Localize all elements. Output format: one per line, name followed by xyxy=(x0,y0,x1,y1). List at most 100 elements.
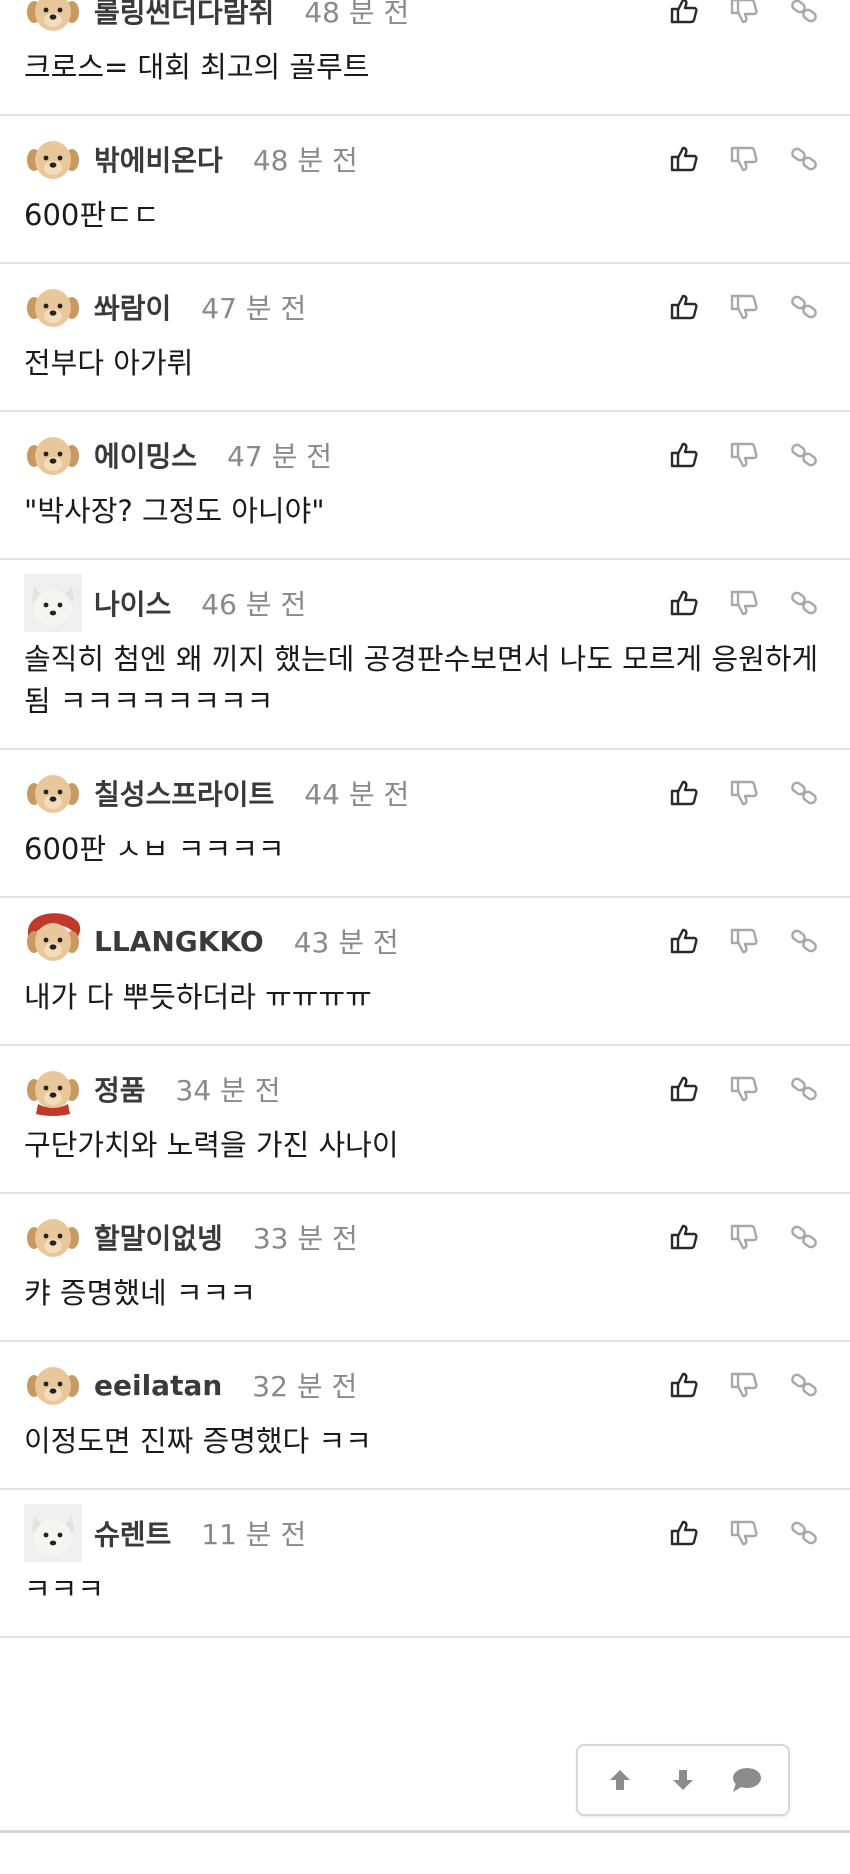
comment-text: 600판 ㅅㅂ ㅋㅋㅋㅋ xyxy=(24,832,285,866)
thumbs-up-icon[interactable] xyxy=(664,287,704,327)
comment-header: LLANGKKO 43 분 전 xyxy=(24,898,824,984)
comment-author[interactable]: 에이밍스 xyxy=(94,435,197,475)
comment-author[interactable]: 슈렌트 xyxy=(94,1513,171,1553)
floating-nav-bar xyxy=(576,1744,790,1816)
comment-header: 슈렌트 11 분 전 xyxy=(24,1490,824,1576)
comment-header: 정품 34 분 전 xyxy=(24,1046,824,1132)
thumbs-up-icon[interactable] xyxy=(664,1513,704,1553)
comment-item: LLANGKKO 43 분 전내가 다 뿌듯하더라 ㅠㅠㅠㅠ xyxy=(0,898,850,1046)
comment-actions xyxy=(644,116,824,202)
comment-timestamp: 34 분 전 xyxy=(175,1074,281,1107)
puppy-avatar[interactable] xyxy=(24,764,82,822)
comment-author[interactable]: LLANGKKO xyxy=(94,925,264,958)
comment-header: 할말이없넹 33 분 전 xyxy=(24,1194,824,1280)
puppy-avatar[interactable] xyxy=(24,130,82,188)
thumbs-down-icon[interactable] xyxy=(724,1365,764,1405)
comment-text: 전부다 아가뤼 xyxy=(24,346,194,380)
thumbs-up-icon[interactable] xyxy=(664,435,704,475)
comment-item: eeilatan 32 분 전 이정도면 진짜 증명했다 ㅋㅋ xyxy=(0,1342,850,1490)
comment-text: 솔직히 첨엔 왜 끼지 했는데 공경판수보면서 나도 모르게 응원하게 됨 ㅋㅋ… xyxy=(24,642,828,718)
comment-actions xyxy=(644,1046,824,1132)
puppy-avatar[interactable] xyxy=(24,1356,82,1414)
comment-author[interactable]: 칠성스프라이트 xyxy=(94,773,274,813)
comment-author[interactable]: eeilatan xyxy=(94,1369,222,1402)
link-icon[interactable] xyxy=(784,139,824,179)
link-icon[interactable] xyxy=(784,1513,824,1553)
thumbs-down-icon[interactable] xyxy=(724,583,764,623)
comment-timestamp: 33 분 전 xyxy=(252,1222,358,1255)
link-icon[interactable] xyxy=(784,1217,824,1257)
comment-header: 롤링썬더다람쥐 48 분 전 xyxy=(24,0,824,54)
thumbs-up-icon[interactable] xyxy=(664,773,704,813)
thumbs-up-icon[interactable] xyxy=(664,139,704,179)
arrow-up-icon xyxy=(609,1770,630,1790)
comment-timestamp: 44 분 전 xyxy=(304,778,410,811)
comment-author[interactable]: 밖에비온다 xyxy=(94,139,223,179)
comment-text: 내가 다 뿌듯하더라 ㅠㅠㅠㅠ xyxy=(24,980,372,1014)
comment-header: 밖에비온다 48 분 전 xyxy=(24,116,824,202)
comment-list: 롤링썬더다람쥐 48 분 전 크로스= 대회 최고의 골루트 밖에비온다 48 분 전6… xyxy=(0,0,850,1638)
thumbs-up-icon[interactable] xyxy=(664,583,704,623)
thumbs-down-icon[interactable] xyxy=(724,435,764,475)
link-icon[interactable] xyxy=(784,0,824,31)
link-icon[interactable] xyxy=(784,1069,824,1109)
comment-header: eeilatan 32 분 전 xyxy=(24,1342,824,1428)
link-icon[interactable] xyxy=(784,583,824,623)
puppy-avatar[interactable] xyxy=(24,426,82,484)
comment-actions xyxy=(644,560,824,646)
thumbs-down-icon[interactable] xyxy=(724,773,764,813)
white-dog-avatar[interactable] xyxy=(24,1504,82,1562)
thumbs-up-icon[interactable] xyxy=(664,921,704,961)
link-icon[interactable] xyxy=(784,287,824,327)
thumbs-up-icon[interactable] xyxy=(664,1069,704,1109)
comment-timestamp: 48 분 전 xyxy=(304,0,410,29)
thumbs-up-icon[interactable] xyxy=(664,0,704,31)
comment-text: "박사장? 그정도 아니야" xyxy=(24,494,325,528)
comment-item: 쏴람이 47 분 전 전부다 아가뤼 xyxy=(0,264,850,412)
comment-item: 밖에비온다 48 분 전 600판ㄷㄷ xyxy=(0,116,850,264)
link-icon[interactable] xyxy=(784,435,824,475)
comment-actions xyxy=(644,264,824,350)
comment-author[interactable]: 나이스 xyxy=(94,583,171,623)
write-comment-button[interactable] xyxy=(721,1755,771,1805)
puppy-avatar[interactable] xyxy=(24,278,82,336)
puppy-red-scarf-avatar[interactable] xyxy=(24,1060,82,1118)
comment-actions xyxy=(644,412,824,498)
comment-actions xyxy=(644,1194,824,1280)
comment-timestamp: 43 분 전 xyxy=(293,926,399,959)
scroll-down-button[interactable] xyxy=(658,1755,708,1805)
link-icon[interactable] xyxy=(784,921,824,961)
comment-text: 크로스= 대회 최고의 골루트 xyxy=(24,50,370,84)
comment-author[interactable]: 쏴람이 xyxy=(94,287,171,327)
comment-author[interactable]: 할말이없넹 xyxy=(94,1217,223,1257)
comment-timestamp: 47 분 전 xyxy=(227,440,332,473)
thumbs-down-icon[interactable] xyxy=(724,0,764,31)
thumbs-down-icon[interactable] xyxy=(724,1217,764,1257)
puppy-avatar[interactable] xyxy=(24,0,82,40)
comment-actions xyxy=(644,898,824,984)
thumbs-down-icon[interactable] xyxy=(724,921,764,961)
thumbs-up-icon[interactable] xyxy=(664,1365,704,1405)
comment-item: 정품 34 분 전 구단가치와 노력을 가진 사나이 xyxy=(0,1046,850,1194)
comment-item: 롤링썬더다람쥐 48 분 전크로스= 대회 최고의 골루트 xyxy=(0,0,850,116)
comment-header: 칠성스프라이트 44 분 전 xyxy=(24,750,824,836)
bottom-divider xyxy=(0,1830,850,1833)
comment-actions xyxy=(644,0,824,54)
thumbs-down-icon[interactable] xyxy=(724,1513,764,1553)
link-icon[interactable] xyxy=(784,1365,824,1405)
scroll-up-button[interactable] xyxy=(595,1755,645,1805)
comment-author[interactable]: 롤링썬더다람쥐 xyxy=(94,0,274,31)
thumbs-down-icon[interactable] xyxy=(724,1069,764,1109)
puppy-avatar[interactable] xyxy=(24,1208,82,1266)
comment-item: 에이밍스 47 분 전 "박사장? 그정도 아니야" xyxy=(0,412,850,560)
comment-item: 할말이없넹 33 분 전캬 증명했네 ㅋㅋㅋ xyxy=(0,1194,850,1342)
comment-timestamp: 11 분 전 xyxy=(201,1518,307,1551)
thumbs-down-icon[interactable] xyxy=(724,287,764,327)
thumbs-up-icon[interactable] xyxy=(664,1217,704,1257)
link-icon[interactable] xyxy=(784,773,824,813)
puppy-red-hood-avatar[interactable] xyxy=(24,912,82,970)
thumbs-down-icon[interactable] xyxy=(724,139,764,179)
white-dog-avatar[interactable] xyxy=(24,574,82,632)
comment-timestamp: 48 분 전 xyxy=(252,144,358,177)
comment-author[interactable]: 정품 xyxy=(94,1069,146,1109)
